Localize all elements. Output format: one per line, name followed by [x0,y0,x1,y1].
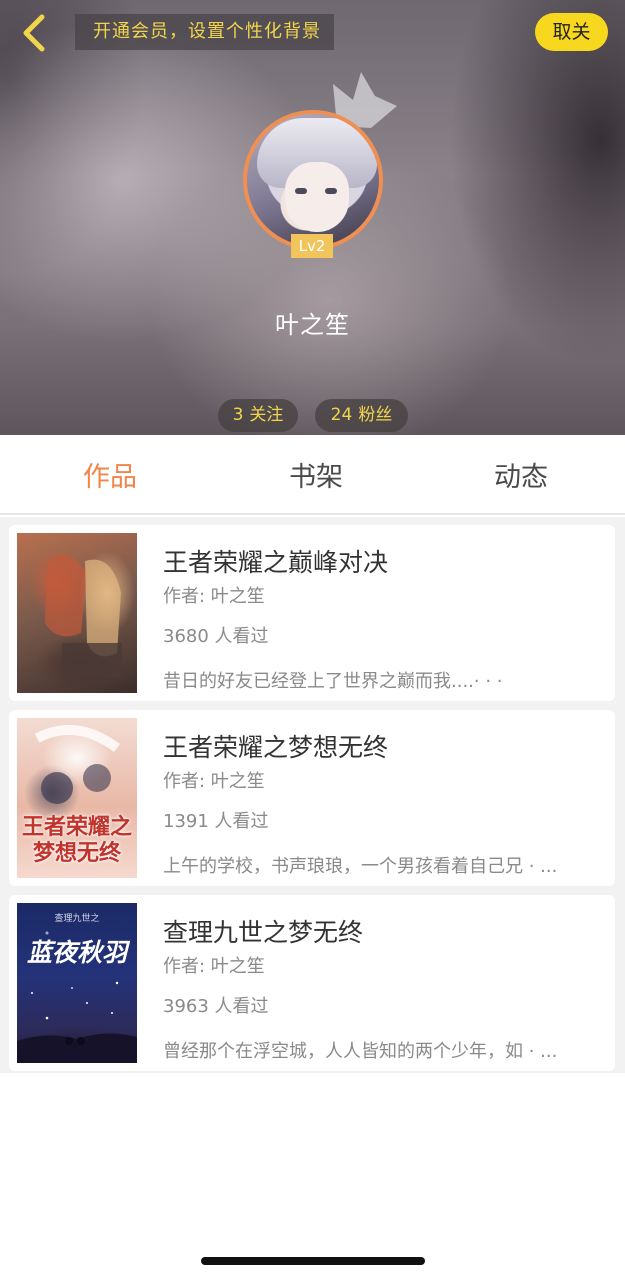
book-views: 1391 人看过 [163,811,269,832]
book-description: 昔日的好友已经登上了世界之巅而我....· · · [163,671,503,692]
avatar[interactable] [243,110,383,250]
profile-header: 开通会员，设置个性化背景 取关 Lv2 叶之笙 3 关注 24 粉丝 [0,0,625,435]
fans-count: 24 [330,405,353,425]
home-indicator [201,1257,425,1265]
following-label: 关注 [249,405,284,425]
book-views: 3680 人看过 [163,626,269,647]
book-description: 上午的学校，书声琅琅，一个男孩看着自己兄 · ... [163,856,558,877]
cover-title: 蓝夜秋羽 [26,938,127,967]
vip-background-banner[interactable]: 开通会员，设置个性化背景 [75,14,334,50]
book-title: 王者荣耀之巅峰对决 [163,548,389,577]
fans-label: 粉丝 [358,405,393,425]
work-card[interactable]: 王者荣耀之巅峰对决 作者: 叶之笙 3680 人看过 昔日的好友已经登上了世界之… [9,525,615,701]
book-cover [17,533,137,693]
back-button[interactable] [14,12,54,54]
cover-title: 王者荣耀之梦想无终 [21,814,132,866]
book-author: 作者: 叶之笙 [163,956,265,977]
level-badge: Lv2 [291,234,333,258]
fans-count-button[interactable]: 24 粉丝 [315,399,408,432]
book-cover: 王者荣耀之梦想无终 [17,718,137,878]
tab-activity[interactable]: 动态 [446,435,596,515]
work-card[interactable]: 王者荣耀之梦想无终 王者荣耀之梦想无终 作者: 叶之笙 1391 人看过 上午的… [9,710,615,886]
following-count-button[interactable]: 3 关注 [218,399,298,432]
avatar-container: Lv2 [243,66,403,261]
book-title: 王者荣耀之梦想无终 [163,733,389,762]
tab-works[interactable]: 作品 [35,435,185,515]
unfollow-button[interactable]: 取关 [535,13,608,51]
book-author: 作者: 叶之笙 [163,586,265,607]
profile-tabs: 作品 书架 动态 [0,435,625,515]
cover-subtitle: 查理九世之 [54,914,100,924]
book-author: 作者: 叶之笙 [163,771,265,792]
book-views: 3963 人看过 [163,996,269,1017]
works-list: 王者荣耀之巅峰对决 作者: 叶之笙 3680 人看过 昔日的好友已经登上了世界之… [0,517,625,1073]
chevron-left-icon [23,14,45,52]
book-title: 查理九世之梦无终 [163,918,364,947]
tab-bookshelf[interactable]: 书架 [241,435,391,515]
username: 叶之笙 [275,311,350,339]
book-description: 曾经那个在浮空城，人人皆知的两个少年，如 · ... [163,1041,558,1062]
following-count: 3 [232,405,244,425]
work-card[interactable]: 查理九世之 蓝夜秋羽 查理九世之梦无终 作者: 叶之笙 3963 人看过 曾经那… [9,895,615,1071]
book-cover: 查理九世之 蓝夜秋羽 [17,903,137,1063]
